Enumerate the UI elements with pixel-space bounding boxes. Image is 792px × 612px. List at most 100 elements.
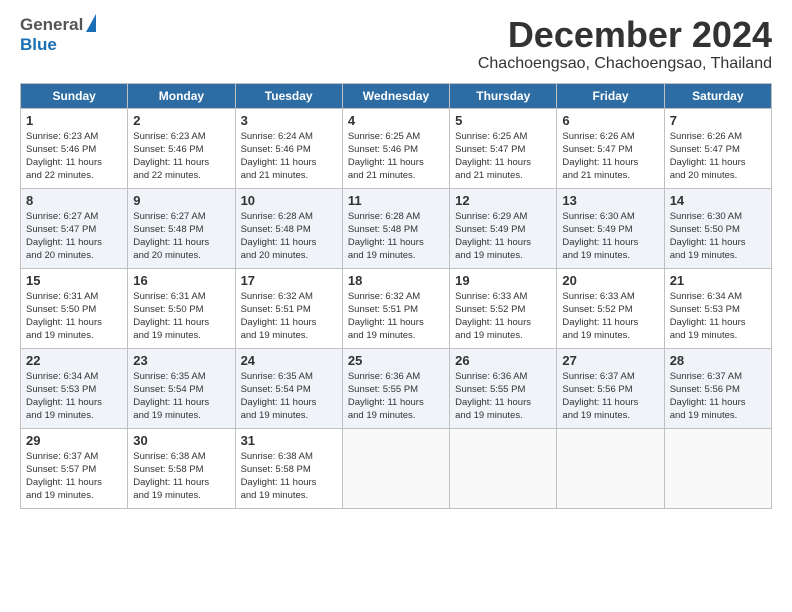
day-number: 13 [562, 193, 658, 208]
day-info: Sunrise: 6:33 AM Sunset: 5:52 PM Dayligh… [562, 290, 658, 343]
title-block: December 2024 Chachoengsao, Chachoengsao… [478, 15, 772, 73]
page-container: General Blue December 2024 Chachoengsao,… [0, 0, 792, 519]
day-number: 28 [670, 353, 766, 368]
header-thursday: Thursday [450, 83, 557, 108]
day-number: 24 [241, 353, 337, 368]
day-info: Sunrise: 6:29 AM Sunset: 5:49 PM Dayligh… [455, 210, 551, 263]
page-header: General Blue December 2024 Chachoengsao,… [20, 15, 772, 73]
day-number: 31 [241, 433, 337, 448]
table-row: 5 Sunrise: 6:25 AM Sunset: 5:47 PM Daylig… [450, 108, 557, 188]
table-row [557, 428, 664, 508]
day-info: Sunrise: 6:37 AM Sunset: 5:56 PM Dayligh… [562, 370, 658, 423]
calendar-week-row: 15 Sunrise: 6:31 AM Sunset: 5:50 PM Dayli… [21, 268, 772, 348]
day-info: Sunrise: 6:32 AM Sunset: 5:51 PM Dayligh… [241, 290, 337, 343]
day-number: 15 [26, 273, 122, 288]
day-number: 21 [670, 273, 766, 288]
day-info: Sunrise: 6:27 AM Sunset: 5:47 PM Dayligh… [26, 210, 122, 263]
calendar-week-row: 1Sunrise: 6:23 AM Sunset: 5:46 PM Daylig… [21, 108, 772, 188]
day-number: 23 [133, 353, 229, 368]
table-row: 11 Sunrise: 6:28 AM Sunset: 5:48 PM Dayli… [342, 188, 449, 268]
day-number: 19 [455, 273, 551, 288]
day-info: Sunrise: 6:23 AM Sunset: 5:46 PM Dayligh… [26, 130, 122, 183]
header-tuesday: Tuesday [235, 83, 342, 108]
calendar-week-row: 22Sunrise: 6:34 AM Sunset: 5:53 PM Dayli… [21, 348, 772, 428]
table-row: 12Sunrise: 6:29 AM Sunset: 5:49 PM Dayli… [450, 188, 557, 268]
header-friday: Friday [557, 83, 664, 108]
day-number: 2 [133, 113, 229, 128]
day-number: 18 [348, 273, 444, 288]
day-number: 25 [348, 353, 444, 368]
day-info: Sunrise: 6:31 AM Sunset: 5:50 PM Dayligh… [133, 290, 229, 343]
day-info: Sunrise: 6:34 AM Sunset: 5:53 PM Dayligh… [670, 290, 766, 343]
day-info: Sunrise: 6:33 AM Sunset: 5:52 PM Dayligh… [455, 290, 551, 343]
day-number: 7 [670, 113, 766, 128]
day-info: Sunrise: 6:38 AM Sunset: 5:58 PM Dayligh… [133, 450, 229, 503]
table-row [664, 428, 771, 508]
calendar-location: Chachoengsao, Chachoengsao, Thailand [478, 55, 772, 73]
table-row: 23Sunrise: 6:35 AM Sunset: 5:54 PM Dayli… [128, 348, 235, 428]
day-number: 9 [133, 193, 229, 208]
table-row: 21 Sunrise: 6:34 AM Sunset: 5:53 PM Dayli… [664, 268, 771, 348]
day-number: 22 [26, 353, 122, 368]
table-row: 18Sunrise: 6:32 AM Sunset: 5:51 PM Dayli… [342, 268, 449, 348]
day-info: Sunrise: 6:27 AM Sunset: 5:48 PM Dayligh… [133, 210, 229, 263]
day-info: Sunrise: 6:37 AM Sunset: 5:56 PM Dayligh… [670, 370, 766, 423]
logo-general: General [20, 15, 83, 35]
day-info: Sunrise: 6:25 AM Sunset: 5:47 PM Dayligh… [455, 130, 551, 183]
logo-triangle-icon [86, 14, 96, 32]
day-number: 5 [455, 113, 551, 128]
day-number: 30 [133, 433, 229, 448]
calendar-header-row: Sunday Monday Tuesday Wednesday Thursday… [21, 83, 772, 108]
table-row: 3 Sunrise: 6:24 AM Sunset: 5:46 PM Daylig… [235, 108, 342, 188]
day-number: 14 [670, 193, 766, 208]
table-row: 13 Sunrise: 6:30 AM Sunset: 5:49 PM Dayli… [557, 188, 664, 268]
day-info: Sunrise: 6:23 AM Sunset: 5:46 PM Dayligh… [133, 130, 229, 183]
table-row: 1Sunrise: 6:23 AM Sunset: 5:46 PM Daylig… [21, 108, 128, 188]
calendar-table: Sunday Monday Tuesday Wednesday Thursday… [20, 83, 772, 509]
day-info: Sunrise: 6:36 AM Sunset: 5:55 PM Dayligh… [348, 370, 444, 423]
table-row: 27Sunrise: 6:37 AM Sunset: 5:56 PM Dayli… [557, 348, 664, 428]
day-info: Sunrise: 6:28 AM Sunset: 5:48 PM Dayligh… [348, 210, 444, 263]
table-row: 28 Sunrise: 6:37 AM Sunset: 5:56 PM Dayli… [664, 348, 771, 428]
day-info: Sunrise: 6:36 AM Sunset: 5:55 PM Dayligh… [455, 370, 551, 423]
header-monday: Monday [128, 83, 235, 108]
table-row: 6 Sunrise: 6:26 AM Sunset: 5:47 PM Daylig… [557, 108, 664, 188]
table-row: 17 Sunrise: 6:32 AM Sunset: 5:51 PM Dayli… [235, 268, 342, 348]
header-wednesday: Wednesday [342, 83, 449, 108]
day-number: 26 [455, 353, 551, 368]
logo: General Blue [20, 15, 96, 55]
day-info: Sunrise: 6:38 AM Sunset: 5:58 PM Dayligh… [241, 450, 337, 503]
day-number: 17 [241, 273, 337, 288]
table-row [342, 428, 449, 508]
header-sunday: Sunday [21, 83, 128, 108]
day-number: 16 [133, 273, 229, 288]
day-info: Sunrise: 6:31 AM Sunset: 5:50 PM Dayligh… [26, 290, 122, 343]
day-info: Sunrise: 6:30 AM Sunset: 5:50 PM Dayligh… [670, 210, 766, 263]
day-info: Sunrise: 6:26 AM Sunset: 5:47 PM Dayligh… [562, 130, 658, 183]
table-row: 10Sunrise: 6:28 AM Sunset: 5:48 PM Dayli… [235, 188, 342, 268]
calendar-week-row: 8Sunrise: 6:27 AM Sunset: 5:47 PM Daylig… [21, 188, 772, 268]
day-number: 10 [241, 193, 337, 208]
day-info: Sunrise: 6:37 AM Sunset: 5:57 PM Dayligh… [26, 450, 122, 503]
day-number: 11 [348, 193, 444, 208]
table-row: 31 Sunrise: 6:38 AM Sunset: 5:58 PM Dayli… [235, 428, 342, 508]
table-row: 22Sunrise: 6:34 AM Sunset: 5:53 PM Dayli… [21, 348, 128, 428]
day-number: 6 [562, 113, 658, 128]
day-number: 4 [348, 113, 444, 128]
table-row: 4Sunrise: 6:25 AM Sunset: 5:46 PM Daylig… [342, 108, 449, 188]
table-row [450, 428, 557, 508]
day-info: Sunrise: 6:26 AM Sunset: 5:47 PM Dayligh… [670, 130, 766, 183]
calendar-title: December 2024 [478, 15, 772, 55]
table-row: 7 Sunrise: 6:26 AM Sunset: 5:47 PM Daylig… [664, 108, 771, 188]
day-info: Sunrise: 6:30 AM Sunset: 5:49 PM Dayligh… [562, 210, 658, 263]
table-row: 29Sunrise: 6:37 AM Sunset: 5:57 PM Dayli… [21, 428, 128, 508]
table-row: 15 Sunrise: 6:31 AM Sunset: 5:50 PM Dayli… [21, 268, 128, 348]
day-number: 3 [241, 113, 337, 128]
day-info: Sunrise: 6:35 AM Sunset: 5:54 PM Dayligh… [241, 370, 337, 423]
calendar-week-row: 29Sunrise: 6:37 AM Sunset: 5:57 PM Dayli… [21, 428, 772, 508]
table-row: 2 Sunrise: 6:23 AM Sunset: 5:46 PM Daylig… [128, 108, 235, 188]
table-row: 25 Sunrise: 6:36 AM Sunset: 5:55 PM Dayli… [342, 348, 449, 428]
day-info: Sunrise: 6:24 AM Sunset: 5:46 PM Dayligh… [241, 130, 337, 183]
table-row: 26 Sunrise: 6:36 AM Sunset: 5:55 PM Dayli… [450, 348, 557, 428]
logo-blue: Blue [20, 35, 96, 55]
